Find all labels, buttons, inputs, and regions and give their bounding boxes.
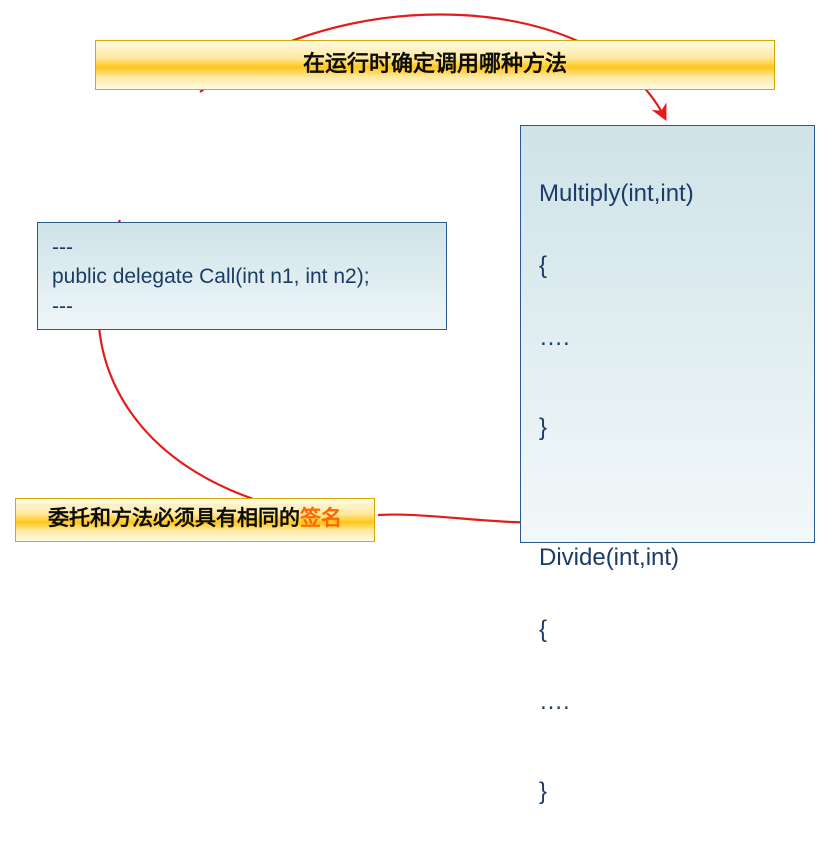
code-line: public delegate Call(int n1, int n2);	[52, 262, 432, 291]
method-signature: Multiply(int,int)	[539, 176, 796, 212]
method-body: ….	[539, 320, 796, 356]
brace-close: }	[539, 774, 796, 810]
brace-open: {	[539, 612, 796, 648]
brace-open: {	[539, 248, 796, 284]
code-line: ---	[52, 233, 432, 262]
banner-text-highlight: 签名	[300, 507, 342, 530]
runtime-decision-banner: 在运行时确定调用哪种方法	[95, 40, 775, 90]
signature-rule-banner: 委托和方法必须具有相同的签名	[15, 498, 375, 542]
banner-text-prefix: 委托和方法必须具有相同的	[48, 507, 300, 530]
method-signature: Divide(int,int)	[539, 540, 796, 576]
brace-close: }	[539, 410, 796, 446]
methods-box: Multiply(int,int) { …. } Divide(int,int)…	[520, 125, 815, 543]
method-body: ….	[539, 684, 796, 720]
delegate-declaration-box: --- public delegate Call(int n1, int n2)…	[37, 222, 447, 330]
code-line: ---	[52, 292, 432, 321]
